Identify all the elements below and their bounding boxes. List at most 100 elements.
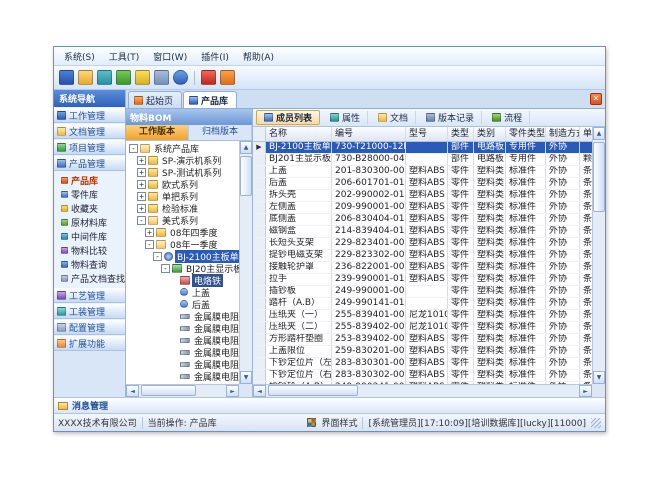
table-row[interactable]: 插钞板 249-990001-00E 零件 塑料类 标准件 外协 条 bbox=[253, 286, 592, 298]
tree-expander-icon[interactable]: + bbox=[137, 180, 146, 189]
mail-icon[interactable] bbox=[135, 70, 150, 85]
menu-item[interactable]: 帮助(A) bbox=[236, 49, 281, 64]
nav-item[interactable]: 中间件库 bbox=[54, 229, 125, 243]
column-header-type[interactable]: 类型 bbox=[448, 127, 474, 141]
tree-node[interactable]: - BJ-2100主板单点 bbox=[126, 250, 239, 262]
table-vertical-scrollbar[interactable]: ▲ ▼ bbox=[592, 127, 605, 384]
column-header-unit[interactable]: 单位 bbox=[580, 127, 592, 141]
table-row[interactable]: 磁钢盒 214-839404-01E 塑料ABS 零件 塑料类 标准件 外协 条 bbox=[253, 226, 592, 238]
nav-group[interactable]: 文档管理 bbox=[54, 123, 125, 139]
table-row[interactable]: 后盖 206-601701-01E 塑料ABS 零件 塑料类 标准件 外协 条 bbox=[253, 178, 592, 190]
table-row[interactable]: 下钞定位片（右） 283-830302-00E 塑料ABS 零件 塑料类 标准件… bbox=[253, 370, 592, 382]
nav-group[interactable]: 工艺管理 bbox=[54, 287, 125, 303]
tree-node[interactable]: + 08年四季度 bbox=[126, 226, 239, 238]
scroll-thumb[interactable] bbox=[141, 385, 196, 396]
column-header-mfg[interactable]: 制造方式 bbox=[546, 127, 580, 141]
tree-expander-icon[interactable]: + bbox=[137, 192, 146, 201]
tree-expander-icon[interactable]: - bbox=[137, 216, 146, 225]
member-tab[interactable]: 流程 bbox=[484, 110, 530, 125]
scroll-thumb[interactable] bbox=[268, 385, 358, 396]
table-row[interactable]: 压纸夹（二） 255-839402-00E 尼龙1010 零件 塑料类 标准件 … bbox=[253, 322, 592, 334]
scroll-down-icon[interactable]: ▼ bbox=[240, 371, 252, 384]
tree-node[interactable]: 金属膜电阻器 bbox=[126, 358, 239, 370]
table-row[interactable]: 提钞电磁支架 229-823302-00E 塑料ABS 零件 塑料类 标准件 外… bbox=[253, 250, 592, 262]
tree-node[interactable]: + SP-测试机系列 bbox=[126, 166, 239, 178]
tree-node[interactable]: 金属膜电阻器 bbox=[126, 322, 239, 334]
home-icon[interactable] bbox=[59, 70, 74, 85]
table-row[interactable]: 长短头支架 229-823401-00E 塑料ABS 零件 塑料类 标准件 外协… bbox=[253, 238, 592, 250]
nav-item[interactable]: 原材料库 bbox=[54, 215, 125, 229]
tree-node[interactable]: 上盖 bbox=[126, 286, 239, 298]
tree-expander-icon[interactable]: + bbox=[145, 228, 154, 237]
tree-node[interactable]: + 欧式系列 bbox=[126, 178, 239, 190]
version-tab[interactable]: 归档版本 bbox=[189, 125, 252, 140]
scroll-right-icon[interactable]: ► bbox=[579, 385, 592, 397]
column-header-part-type[interactable]: 零件类型 bbox=[506, 127, 546, 141]
scroll-left-icon[interactable]: ◄ bbox=[126, 385, 139, 397]
tree-node[interactable]: 金属膜电阻器 bbox=[126, 334, 239, 346]
table-horizontal-scrollbar[interactable]: ◄ ► bbox=[253, 384, 592, 397]
document-tab[interactable]: 产品库 bbox=[183, 91, 237, 108]
table-row[interactable]: 拉手 239-990001-01E 塑料ABS 零件 塑料类 标准件 外协 条 bbox=[253, 274, 592, 286]
nav-group-product[interactable]: 产品管理 bbox=[54, 155, 125, 171]
tree-node[interactable]: - 08年一季度 bbox=[126, 238, 239, 250]
nav-group[interactable]: 工装管理 bbox=[54, 303, 125, 319]
nav-group[interactable]: 配置管理 bbox=[54, 319, 125, 335]
tree-expander-icon[interactable]: - bbox=[129, 144, 138, 153]
tree-node[interactable]: 金属膜电阻器 bbox=[126, 370, 239, 382]
menu-item[interactable]: 工具(T) bbox=[102, 49, 147, 64]
scroll-up-icon[interactable]: ▲ bbox=[240, 141, 252, 154]
close-page-icon[interactable]: ✕ bbox=[590, 93, 602, 105]
tree-expander-icon[interactable]: - bbox=[153, 252, 162, 261]
help-icon[interactable] bbox=[173, 70, 188, 85]
tree-node[interactable]: 电烙铁 bbox=[126, 274, 239, 286]
menu-item[interactable]: 插件(I) bbox=[194, 49, 236, 64]
tree-node[interactable]: + 检验标准 bbox=[126, 202, 239, 214]
scroll-right-icon[interactable]: ► bbox=[226, 385, 239, 397]
tree-node[interactable]: + 单把系列 bbox=[126, 190, 239, 202]
stop-icon[interactable] bbox=[201, 70, 216, 85]
tree-vertical-scrollbar[interactable]: ▲ ▼ bbox=[239, 141, 252, 384]
member-tab[interactable]: 成员列表 bbox=[256, 110, 320, 125]
open-icon[interactable] bbox=[78, 70, 93, 85]
version-tab[interactable]: 工作版本 bbox=[126, 125, 189, 140]
tree-expander-icon[interactable]: - bbox=[161, 264, 170, 273]
tree-expander-icon[interactable]: + bbox=[137, 204, 146, 213]
table-row[interactable]: 接触轮护罩 236-822001-00E 塑料ABS 零件 塑料类 标准件 外协… bbox=[253, 262, 592, 274]
nav-group[interactable]: 项目管理 bbox=[54, 139, 125, 155]
resize-grip[interactable] bbox=[591, 418, 601, 428]
message-bar[interactable]: 消息管理 bbox=[54, 397, 605, 413]
nav-group[interactable]: 扩展功能 bbox=[54, 335, 125, 351]
table-row[interactable]: 下钞定位片（左） 283-830301-00E 塑料ABS 零件 塑料类 标准件… bbox=[253, 358, 592, 370]
tree-node[interactable]: - 美式系列 bbox=[126, 214, 239, 226]
tree-node[interactable]: 金属膜电阻器 bbox=[126, 310, 239, 322]
menu-item[interactable]: 系统(S) bbox=[57, 49, 102, 64]
column-header-category[interactable]: 类别 bbox=[474, 127, 506, 141]
scroll-thumb[interactable] bbox=[240, 156, 252, 196]
menu-item[interactable]: 窗口(W) bbox=[146, 49, 194, 64]
scroll-up-icon[interactable]: ▲ bbox=[593, 127, 605, 140]
print-icon[interactable] bbox=[154, 70, 169, 85]
table-row[interactable]: 上盖限位 259-830201-00E 塑料ABS 零件 塑料类 标准件 外协 … bbox=[253, 346, 592, 358]
tree-expander-icon[interactable]: - bbox=[145, 240, 154, 249]
tree-expander-icon[interactable]: + bbox=[137, 156, 146, 165]
nav-item[interactable]: 物料查询 bbox=[54, 257, 125, 271]
table-row[interactable]: 方形踏杆垫圈 253-839402-00E 塑料ABS 零件 塑料类 标准件 外… bbox=[253, 334, 592, 346]
table-row[interactable]: BJ201主显示板 730-B28000-04E 部件 电路板 专用件 外协 颗 bbox=[253, 154, 592, 166]
column-header-name[interactable]: 名称 bbox=[266, 127, 332, 141]
nav-group[interactable]: 工作管理 bbox=[54, 107, 125, 123]
tree-horizontal-scrollbar[interactable]: ◄ ► bbox=[126, 384, 239, 397]
table-row[interactable]: 底侧盖 206-830404-01E 塑料ABS 零件 塑料类 标准件 外协 条 bbox=[253, 214, 592, 226]
tree-node[interactable]: - 系统产品库 bbox=[126, 142, 239, 154]
table-row[interactable]: 左侧盖 209-990001-00E 塑料ABS 零件 塑料类 标准件 外协 条 bbox=[253, 202, 592, 214]
style-icon[interactable] bbox=[307, 418, 316, 427]
scroll-thumb[interactable] bbox=[593, 142, 605, 212]
table-row[interactable]: 压纸夹（一） 255-839401-00E 尼龙1010 零件 塑料类 标准件 … bbox=[253, 310, 592, 322]
nav-item[interactable]: 零件库 bbox=[54, 187, 125, 201]
document-tab[interactable]: 起始页 bbox=[128, 91, 182, 108]
exit-icon[interactable] bbox=[220, 70, 235, 85]
table-row[interactable]: 上盖 201-830300-00E 塑料ABS 零件 塑料类 标准件 外协 条 bbox=[253, 166, 592, 178]
table-row[interactable]: 踏杆（A.B） 249-990141-01E 零件 塑料类 标准件 外协 条 bbox=[253, 298, 592, 310]
nav-item[interactable]: 收藏夹 bbox=[54, 201, 125, 215]
column-header-code[interactable]: 编号 bbox=[332, 127, 406, 141]
